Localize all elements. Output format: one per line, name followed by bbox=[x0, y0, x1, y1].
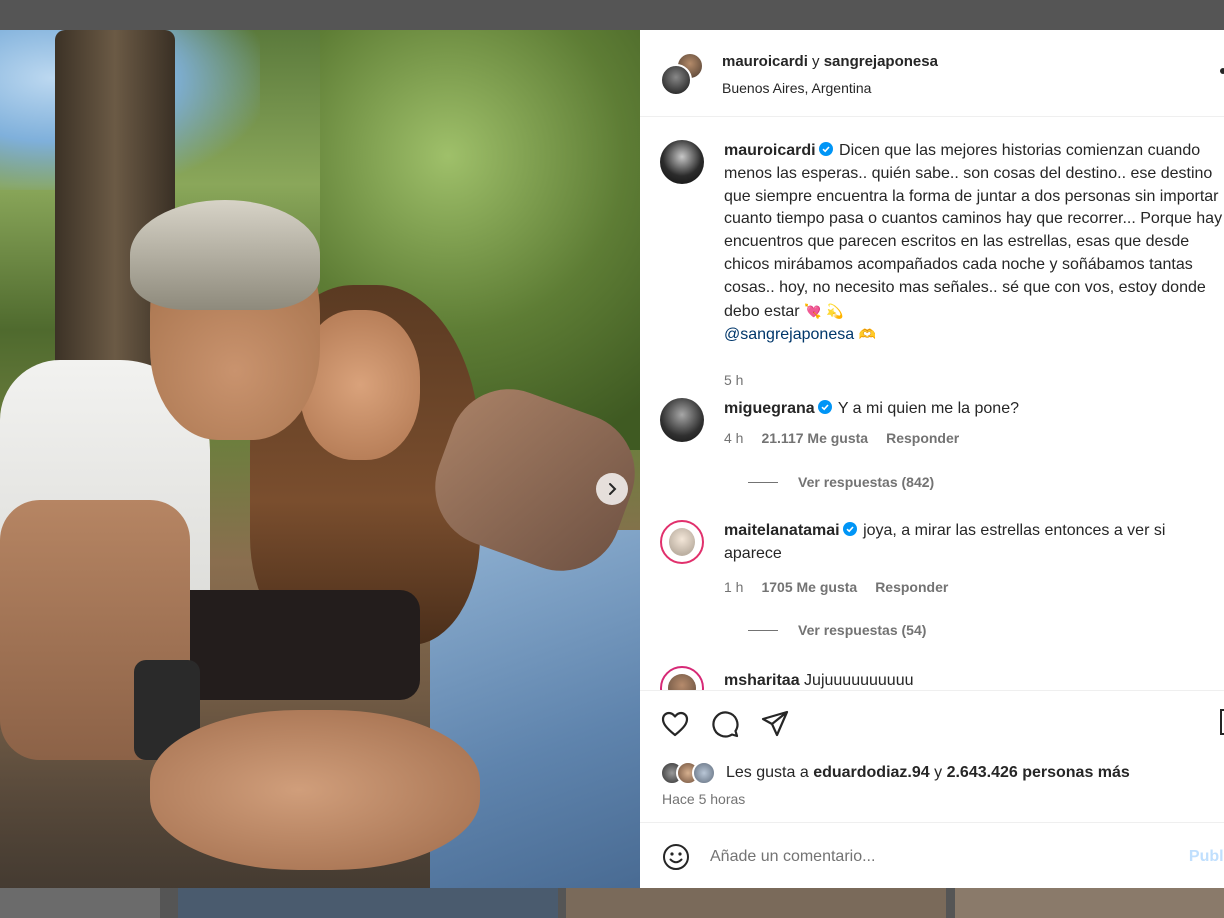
replies-divider bbox=[748, 481, 778, 483]
comment-likes[interactable]: 21.117 Me gusta bbox=[761, 430, 868, 446]
post-actions: Les gusta a eduardodiaz.94 y 2.643.426 p… bbox=[640, 690, 1224, 820]
post-header: mauroicardi y sangrejaponesa Buenos Aire… bbox=[640, 30, 1224, 117]
add-comment-bar: Publi bbox=[640, 822, 1224, 888]
heart-arrow-emoji: 💘 bbox=[804, 302, 822, 319]
comments-list[interactable]: mauroicardi Dicen que las mejores histor… bbox=[640, 118, 1224, 690]
replies-divider bbox=[748, 629, 778, 631]
location-link[interactable]: Buenos Aires, Argentina bbox=[722, 80, 871, 96]
thumbnail[interactable] bbox=[0, 888, 160, 918]
view-replies-label: Ver respuestas (54) bbox=[798, 622, 927, 638]
carousel-next-button[interactable] bbox=[596, 473, 628, 505]
verified-badge-icon bbox=[818, 142, 833, 156]
header-username-1[interactable]: mauroicardi bbox=[722, 53, 808, 70]
caption-text: Dicen que las mejores historias comienza… bbox=[724, 142, 1223, 320]
verified-badge-icon bbox=[817, 400, 832, 414]
reply-button[interactable]: Responder bbox=[875, 579, 948, 595]
post-image[interactable] bbox=[0, 30, 640, 888]
avatar[interactable] bbox=[660, 666, 704, 690]
liked-user-link[interactable]: eduardodiaz.94 bbox=[813, 764, 929, 781]
header-separator: y bbox=[812, 53, 820, 70]
heart-hands-emoji: 🫶 bbox=[858, 326, 876, 343]
caption-text-block: mauroicardi Dicen que las mejores histor… bbox=[724, 140, 1224, 347]
caption-meta: 5 h bbox=[724, 372, 743, 388]
liked-by: Les gusta a eduardodiaz.94 y 2.643.426 p… bbox=[660, 761, 1130, 785]
liked-prefix: Les gusta a bbox=[726, 764, 809, 781]
thumbnail[interactable] bbox=[178, 888, 558, 918]
comment-time[interactable]: 4 h bbox=[724, 430, 743, 446]
view-replies-button[interactable]: Ver respuestas (54) bbox=[748, 622, 926, 638]
verified-badge-icon bbox=[842, 522, 857, 536]
avatar[interactable] bbox=[660, 140, 704, 184]
like-heart-icon[interactable] bbox=[660, 709, 690, 739]
share-send-icon[interactable] bbox=[760, 709, 790, 739]
header-username-2[interactable]: sangrejaponesa bbox=[824, 53, 938, 70]
more-options-icon[interactable] bbox=[1220, 68, 1224, 74]
avatar[interactable] bbox=[660, 398, 704, 442]
publish-button[interactable]: Publi bbox=[1189, 848, 1224, 866]
view-replies-label: Ver respuestas (842) bbox=[798, 474, 935, 490]
comment-bubble-icon[interactable] bbox=[710, 709, 740, 739]
comment-username[interactable]: maitelanatamai bbox=[724, 522, 840, 539]
likes-count-link[interactable]: 2.643.426 personas más bbox=[947, 764, 1130, 781]
comment-text: Jujuuuuuuuuuu bbox=[804, 672, 914, 689]
collab-names: mauroicardi y sangrejaponesa bbox=[722, 53, 938, 70]
comment-text-block: miguegrana Y a mi quien me la pone? bbox=[724, 398, 1224, 421]
avatar[interactable] bbox=[660, 520, 704, 564]
top-bar bbox=[0, 0, 1224, 30]
chevron-right-icon bbox=[609, 483, 617, 495]
liked-by-text: Les gusta a eduardodiaz.94 y 2.643.426 p… bbox=[726, 764, 1130, 782]
caption-time[interactable]: 5 h bbox=[724, 372, 743, 388]
thumbnail[interactable] bbox=[566, 888, 946, 918]
liked-middle: y bbox=[934, 764, 943, 781]
dizzy-emoji: 💫 bbox=[825, 302, 844, 319]
reply-button[interactable]: Responder bbox=[886, 430, 959, 446]
comment-text-block: msharitaa Jujuuuuuuuuuu bbox=[724, 670, 1224, 690]
post-panel: mauroicardi y sangrejaponesa Buenos Aire… bbox=[640, 30, 1224, 888]
comment-meta: 4 h 21.117 Me gusta Responder bbox=[724, 430, 959, 446]
comment-text-block: maitelanatamai joya, a mirar las estrell… bbox=[724, 520, 1224, 566]
view-replies-button[interactable]: Ver respuestas (842) bbox=[748, 474, 934, 490]
caption-username[interactable]: mauroicardi bbox=[724, 142, 816, 159]
comment-time[interactable]: 1 h bbox=[724, 579, 743, 595]
comment-meta: 1 h 1705 Me gusta Responder bbox=[724, 579, 948, 595]
avatar[interactable] bbox=[660, 64, 692, 96]
bookmark-icon[interactable] bbox=[1220, 709, 1224, 735]
emoji-smile-icon[interactable] bbox=[662, 843, 690, 871]
comment-username[interactable]: msharitaa bbox=[724, 672, 800, 689]
comment-likes[interactable]: 1705 Me gusta bbox=[761, 579, 857, 595]
collab-avatars[interactable] bbox=[660, 52, 704, 96]
avatar[interactable] bbox=[692, 761, 716, 785]
post-timestamp[interactable]: Hace 5 horas bbox=[662, 791, 745, 807]
mention-link[interactable]: @sangrejaponesa bbox=[724, 326, 854, 343]
comment-input[interactable] bbox=[710, 843, 1150, 871]
comment-username[interactable]: miguegrana bbox=[724, 400, 815, 417]
thumbnail[interactable] bbox=[955, 888, 1224, 918]
comment-text: Y a mi quien me la pone? bbox=[837, 400, 1019, 417]
